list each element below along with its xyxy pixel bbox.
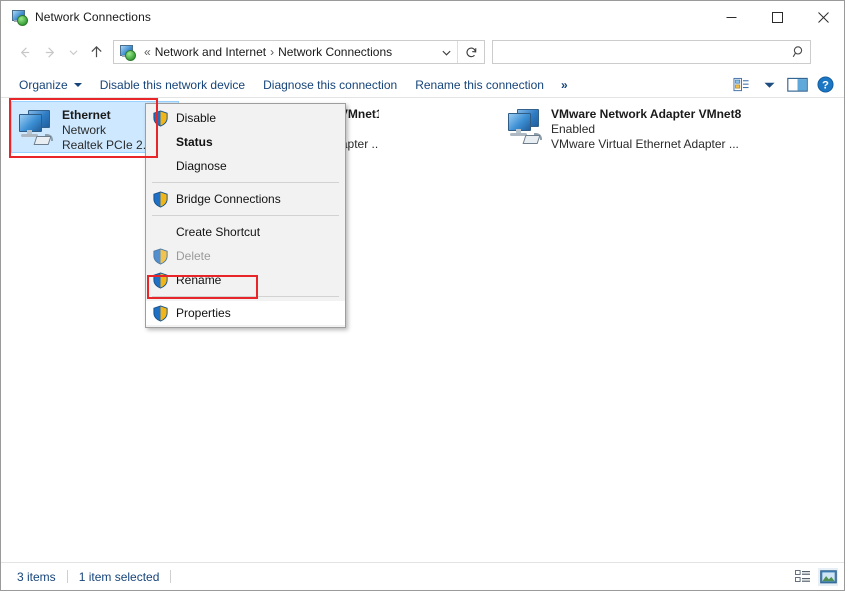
context-menu-separator — [152, 215, 339, 216]
network-adapter-icon — [16, 108, 58, 148]
window-title: Network Connections — [35, 10, 151, 24]
breadcrumb-item-network-connections[interactable]: Network Connections — [278, 45, 392, 59]
context-menu-label: Diagnose — [176, 159, 227, 173]
back-button[interactable] — [11, 39, 37, 65]
recent-locations-button[interactable] — [63, 39, 83, 65]
help-icon[interactable]: ? — [812, 73, 838, 97]
breadcrumb-separator-icon: › — [270, 45, 275, 59]
view-mode-buttons — [793, 567, 838, 586]
connection-device: VMware Virtual Ethernet Adapter ... — [551, 137, 739, 151]
shield-icon — [152, 304, 169, 322]
search-icon[interactable] — [788, 45, 810, 59]
address-bar[interactable]: « Network and Internet › Network Connect… — [113, 40, 485, 64]
context-menu-item-status[interactable]: Status — [146, 130, 345, 154]
status-bar: 3 items 1 item selected — [1, 562, 844, 590]
command-bar: Organize Disable this network device Dia… — [1, 71, 844, 98]
change-view-icon[interactable] — [728, 73, 754, 97]
shield-icon — [152, 109, 169, 127]
disable-network-device-button[interactable]: Disable this network device — [91, 74, 254, 96]
context-menu-item-disable[interactable]: Disable — [146, 106, 345, 130]
connection-name: VMware Network Adapter VMnet8 — [551, 107, 742, 121]
address-bar-network-icon — [119, 44, 136, 61]
breadcrumb-overflow-icon[interactable]: « — [144, 45, 151, 59]
organize-label: Organize — [19, 77, 68, 92]
context-menu-label: Status — [176, 135, 213, 149]
vmnet8-connection-tile[interactable]: VMware Network Adapter VMnet8 Enabled VM… — [501, 101, 746, 153]
connection-device: Realtek PCIe 2. — [62, 138, 147, 152]
connection-context-menu: Disable Status Diagnose Bridge Connectio… — [145, 103, 346, 328]
connection-name: Ethernet — [62, 108, 111, 122]
title-bar: Network Connections — [1, 1, 844, 33]
large-icons-view-icon[interactable] — [818, 567, 838, 586]
breadcrumb-item-network-and-internet[interactable]: Network and Internet — [155, 45, 266, 59]
context-menu-label: Delete — [176, 249, 211, 263]
svg-text:?: ? — [822, 80, 829, 92]
context-menu-item-rename[interactable]: Rename — [146, 268, 345, 292]
connection-status: Network — [62, 123, 107, 137]
context-menu-label: Disable — [176, 111, 217, 125]
organize-button[interactable]: Organize — [10, 74, 91, 96]
minimize-button[interactable] — [708, 1, 754, 33]
context-menu-item-properties[interactable]: Properties — [146, 301, 345, 325]
forward-button[interactable] — [37, 39, 63, 65]
network-connections-window: Network Connections « Network and Intern… — [0, 0, 845, 591]
command-bar-right-group: ? — [728, 71, 838, 98]
context-menu-label: Bridge Connections — [176, 192, 281, 206]
chevron-down-icon — [73, 82, 82, 87]
context-menu-item-diagnose[interactable]: Diagnose — [146, 154, 345, 178]
network-adapter-icon — [505, 107, 547, 147]
context-menu-item-create-shortcut[interactable]: Create Shortcut — [146, 220, 345, 244]
context-menu-label: Create Shortcut — [176, 225, 261, 239]
shield-icon — [152, 247, 169, 265]
preview-pane-icon[interactable] — [784, 73, 810, 97]
up-button[interactable] — [83, 39, 109, 65]
tile-text: Ethernet Network Realtek PCIe 2. — [62, 105, 146, 153]
close-button[interactable] — [800, 1, 844, 33]
details-view-icon[interactable] — [793, 568, 813, 586]
network-connections-icon — [11, 9, 28, 26]
status-divider — [170, 570, 172, 583]
status-divider — [66, 570, 68, 583]
connection-status: Enabled — [551, 122, 596, 136]
maximize-button[interactable] — [754, 1, 800, 33]
context-menu-label: Properties — [176, 306, 231, 320]
connections-list: Ethernet Network Realtek PCIe 2. Network… — [1, 98, 844, 563]
rename-connection-button[interactable]: Rename this connection — [406, 74, 553, 96]
search-box[interactable] — [492, 40, 811, 64]
context-menu-separator — [152, 182, 339, 183]
status-selection-count: 1 item selected — [78, 569, 160, 584]
address-bar-row: « Network and Internet › Network Connect… — [1, 35, 844, 69]
context-menu-separator — [152, 296, 339, 297]
shield-icon — [152, 190, 169, 208]
status-item-count: 3 items — [17, 569, 56, 584]
window-controls — [708, 1, 844, 33]
change-view-dropdown-icon[interactable] — [756, 73, 782, 97]
diagnose-connection-button[interactable]: Diagnose this connection — [254, 74, 406, 96]
search-input[interactable] — [493, 45, 788, 59]
tile-text: VMware Network Adapter VMnet8 Enabled VM… — [551, 104, 741, 152]
chevron-down-icon[interactable] — [435, 41, 457, 63]
context-menu-label: Rename — [176, 273, 222, 287]
refresh-icon[interactable] — [458, 41, 484, 63]
shield-icon — [152, 271, 169, 289]
toolbar-overflow-button[interactable]: » — [553, 74, 575, 96]
context-menu-item-bridge-connections[interactable]: Bridge Connections — [146, 187, 345, 211]
context-menu-item-delete: Delete — [146, 244, 345, 268]
